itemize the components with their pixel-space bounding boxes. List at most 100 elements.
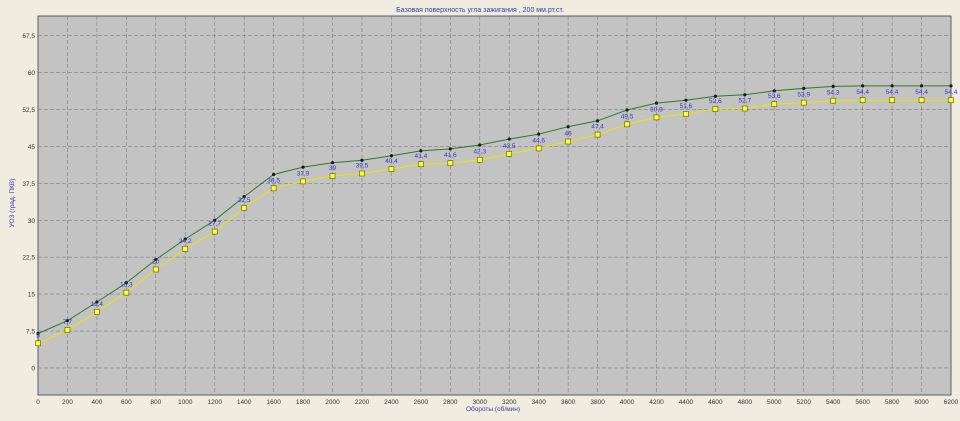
chart-svg: 0 200 400 600 800 1000 1200 1400 1600 1800 2000 220… [9,7,959,413]
data-point [329,173,336,179]
x-tick-label: 1400 [237,399,252,406]
data-label: 41,4 [415,153,428,160]
y-tick-label: 15 [28,292,36,299]
data-point [802,86,806,90]
data-point [861,84,865,88]
data-point [360,158,364,162]
x-tick-label: 3400 [531,399,546,406]
data-point [211,228,218,235]
data-point [359,170,365,177]
data-point [742,105,748,112]
y-axis-label: УОЗ (град. ПКВ) [9,179,16,228]
x-tick-label: 4600 [708,399,723,406]
data-label: 54,4 [856,89,869,96]
data-label: 49,5 [621,113,634,120]
data-point [300,178,306,185]
data-point [918,97,925,103]
data-label: 11,4 [91,301,104,308]
data-point [35,340,41,347]
data-point [624,121,630,128]
chart-title: Базовая поверхность угла зажигания , 200… [396,7,564,14]
y-tick-label: 7,5 [26,329,35,336]
data-label: 36,5 [267,177,280,184]
x-tick-label: 2000 [325,399,340,406]
data-label: 47,4 [591,124,604,131]
data-point [830,97,836,104]
data-label: 53,9 [797,92,810,99]
data-point [800,99,807,106]
x-tick-label: 4200 [649,399,664,406]
data-point [889,97,895,103]
y-tick-label: 30 [28,218,36,225]
data-point [94,309,100,315]
data-label: 39,5 [356,163,369,170]
data-point [182,246,189,252]
data-point [478,143,482,147]
data-label: 15,3 [120,282,133,289]
data-label: 54,4 [915,89,928,96]
data-label: 50,9 [650,106,663,113]
x-tick-label: 4000 [620,399,635,406]
y-tick-label: 37,5 [22,181,35,188]
data-label: 53,6 [768,93,781,100]
data-point [683,111,689,117]
x-tick-label: 2600 [414,399,429,406]
x-tick-label: 5600 [855,399,870,406]
x-axis-label: Обороты (об/мин) [466,405,520,413]
data-label: 44,6 [532,137,545,144]
data-label: 51,6 [680,103,693,110]
data-point [772,89,776,93]
x-tick-label: 1600 [266,399,281,406]
data-point [771,101,778,107]
data-point [859,97,866,103]
data-label: 37,9 [297,170,310,177]
data-label: 5 [36,332,40,339]
chart: 0 200 400 600 800 1000 1200 1400 1600 1800 2000 220… [0,0,960,421]
data-label: 41,6 [444,152,457,159]
data-label: 46 [565,131,573,138]
x-tick-label: 3800 [590,399,605,406]
data-point [272,172,276,177]
data-point [949,84,953,88]
data-point [388,166,395,172]
x-tick-label: 3600 [561,399,576,406]
data-label: 43,5 [503,143,516,150]
data-label: 54,4 [945,89,958,96]
x-tick-label: 0 [36,399,40,406]
data-label: 40,4 [385,158,398,165]
data-label: 52,6 [709,98,722,105]
data-label: 54,4 [886,89,899,96]
x-tick-label: 5200 [797,399,812,406]
x-tick-label: 5000 [767,399,782,406]
data-point [890,84,894,88]
y-tick-label: 45 [28,144,36,151]
x-tick-label: 6000 [914,399,929,406]
x-tick-label: 5400 [826,399,841,406]
data-label: 20 [152,258,160,265]
x-tick-label: 4400 [679,399,694,406]
data-point [566,125,570,129]
y-tick-label: 60 [28,70,36,77]
x-tick-label: 600 [121,399,132,406]
data-point [123,289,130,296]
data-point [448,147,452,151]
data-point [537,132,541,136]
data-point [535,145,542,152]
y-tick-label: 52,5 [22,107,35,114]
x-tick-label: 1800 [296,399,311,406]
data-label: 39 [329,165,337,172]
data-point [418,161,424,167]
x-tick-label: 2800 [443,399,458,406]
data-label: 24,2 [179,238,192,245]
y-tick-label: 22,5 [22,255,35,262]
x-tick-label: 400 [91,399,102,406]
data-point [625,108,629,112]
data-point [389,154,394,158]
x-tick-label: 3200 [502,399,517,406]
data-point [270,185,277,192]
data-point [507,137,511,141]
data-point [565,138,571,145]
data-point [301,165,305,169]
data-label: 27,7 [208,221,221,228]
y-tick-label: 0 [31,365,35,372]
